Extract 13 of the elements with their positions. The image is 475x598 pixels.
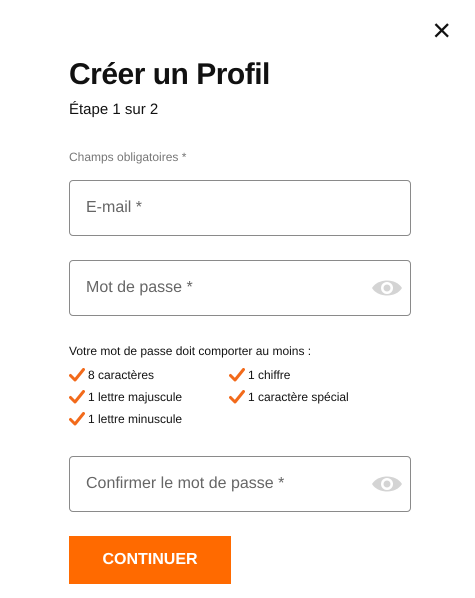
- required-fields-note: Champs obligatoires *: [69, 148, 188, 166]
- password-field[interactable]: Mot de passe *: [69, 260, 411, 316]
- password-rule: 8 caractères: [88, 366, 154, 384]
- step-indicator: Étape 1 sur 2: [69, 100, 160, 120]
- page-title: Créer un Profil: [69, 58, 271, 91]
- email-field[interactable]: E-mail *: [69, 180, 411, 236]
- password-rule: 1 lettre majuscule: [88, 388, 182, 406]
- password-rule: 1 chiffre: [248, 366, 290, 384]
- password-rule: 1 caractère spécial: [248, 388, 349, 406]
- password-field[interactable]: Confirmer le mot de passe *: [69, 456, 411, 512]
- close-button[interactable]: ×: [430, 14, 453, 46]
- password-rules-intro: Votre mot de passe doit comporter au moins :: [69, 342, 312, 360]
- password-rule: 1 lettre minuscule: [88, 410, 182, 428]
